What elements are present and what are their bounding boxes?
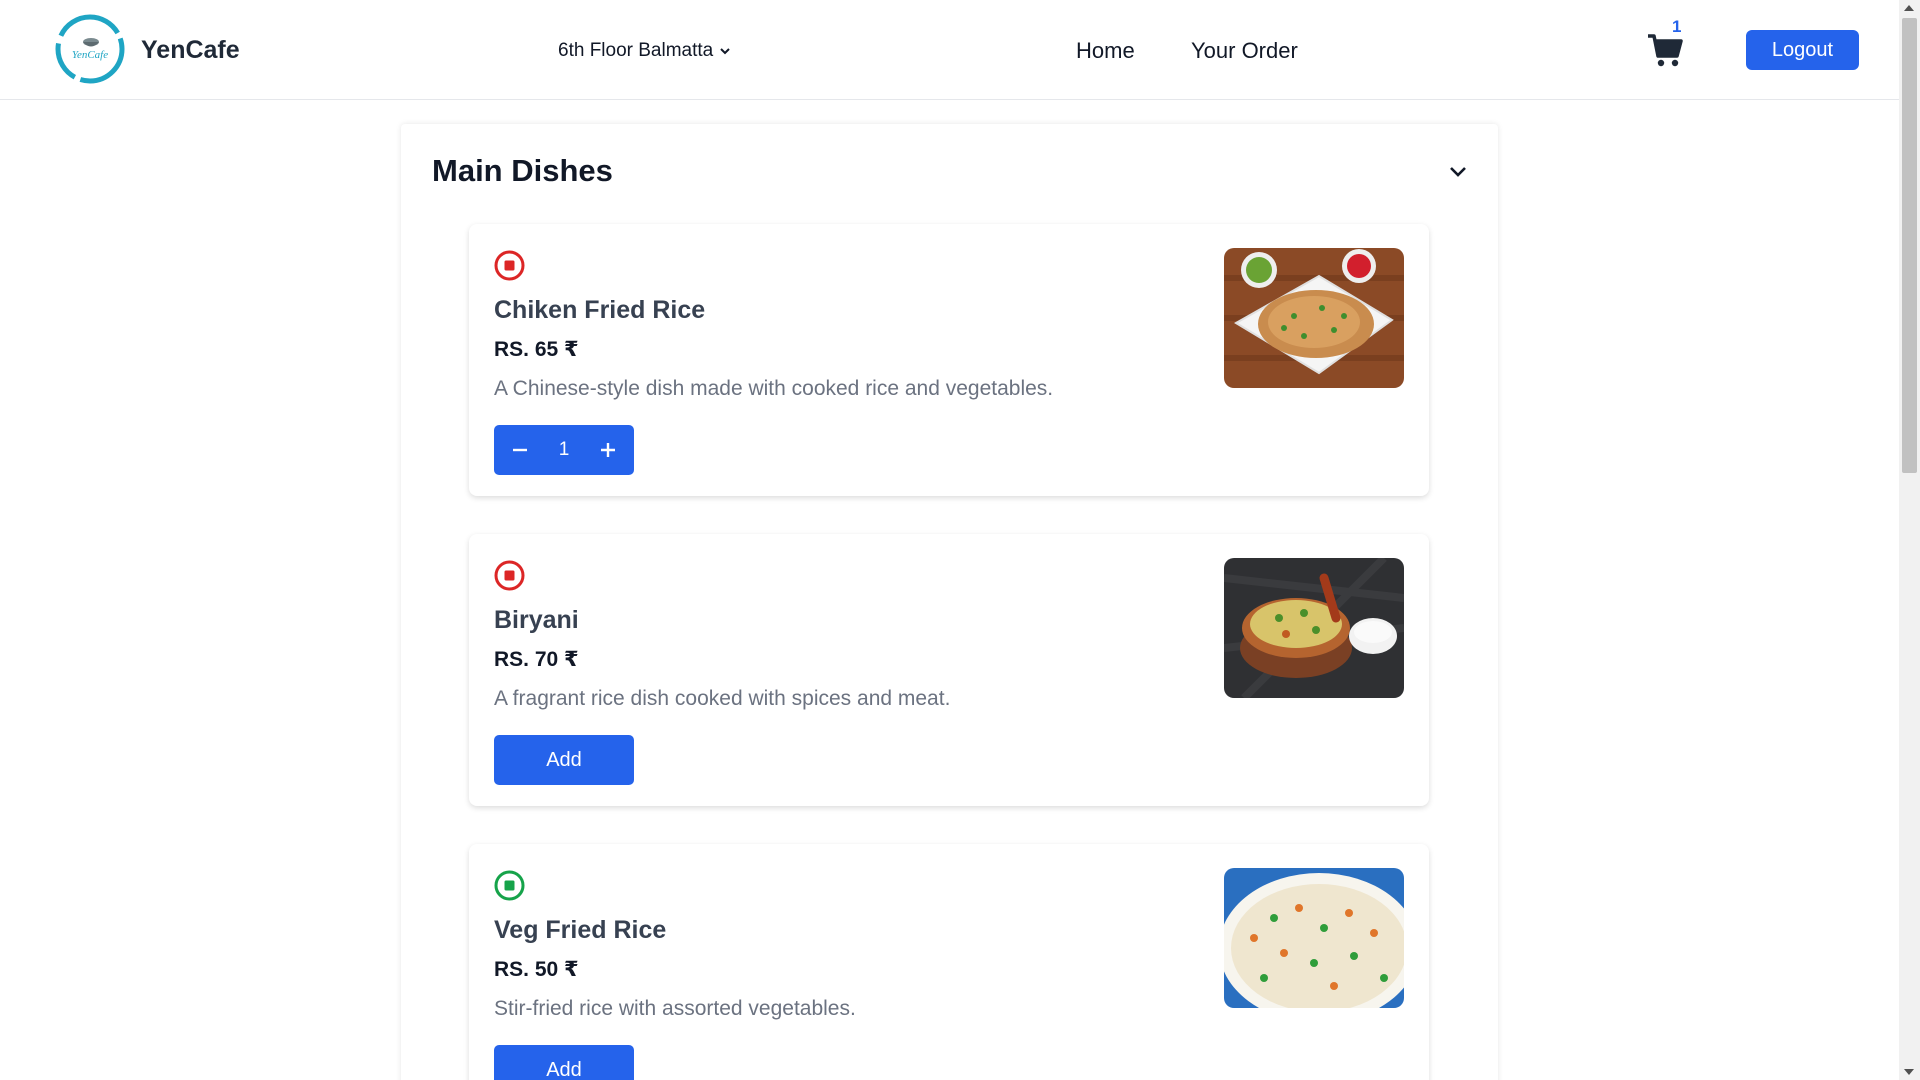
add-to-cart-button[interactable]: Add: [494, 735, 634, 785]
dish-price: RS. 65 ₹: [494, 338, 579, 361]
plus-icon: [600, 443, 615, 457]
non-veg-indicator-icon: [494, 560, 525, 591]
dish-name: Veg Fried Rice: [494, 916, 667, 944]
dish-description: Stir-fried rice with assorted vegetables…: [494, 997, 856, 1020]
dish-name: Biryani: [494, 606, 579, 634]
decrease-quantity-button[interactable]: [508, 438, 532, 462]
minus-icon: [513, 448, 527, 452]
cart-count-badge: 1: [1672, 17, 1682, 36]
dish-price: RS. 70 ₹: [494, 648, 579, 671]
section-title: Main Dishes: [432, 153, 613, 188]
dish-name: Chiken Fried Rice: [494, 296, 706, 324]
location-dropdown[interactable]: 6th Floor Balmatta: [558, 40, 731, 62]
nav-home-link[interactable]: Home: [1076, 38, 1135, 64]
veg-fried-rice-image: [1224, 868, 1404, 1008]
dish-card: Veg Fried Rice RS. 50 ₹ Stir-fried rice …: [469, 844, 1429, 1080]
veg-indicator-icon: [494, 870, 525, 901]
page-scrollbar[interactable]: [1899, 0, 1920, 1080]
scroll-up-arrow[interactable]: [1904, 5, 1914, 11]
chevron-down-icon: [720, 48, 730, 55]
increase-quantity-button[interactable]: [596, 438, 620, 462]
yencafe-logo[interactable]: YenCafe: [54, 13, 126, 85]
location-label: 6th Floor Balmatta: [558, 40, 714, 61]
dish-price: RS. 50 ₹: [494, 958, 579, 981]
scroll-down-arrow[interactable]: [1904, 1069, 1914, 1075]
add-to-cart-button[interactable]: Add: [494, 1045, 634, 1080]
non-veg-indicator-icon: [494, 250, 525, 281]
logout-button[interactable]: Logout: [1746, 30, 1859, 70]
logo-text: YenCafe: [72, 49, 108, 61]
chicken-fried-rice-image: [1224, 248, 1404, 388]
nav-your-order-link[interactable]: Your Order: [1191, 38, 1298, 64]
quantity-stepper: 1: [494, 425, 634, 475]
dish-card: Chiken Fried Rice RS. 65 ₹ A Chinese-sty…: [469, 224, 1429, 496]
collapse-chevron-icon[interactable]: [1447, 160, 1469, 182]
brand-name[interactable]: YenCafe: [141, 36, 240, 65]
dish-description: A Chinese-style dish made with cooked ri…: [494, 377, 1054, 400]
navbar: YenCafe YenCafe 6th Floor Balmatta Home …: [0, 0, 1899, 100]
dish-card: Biryani RS. 70 ₹ A fragrant rice dish co…: [469, 534, 1429, 806]
dish-description: A fragrant rice dish cooked with spices …: [494, 687, 951, 710]
quantity-value: 1: [558, 439, 570, 460]
biryani-image: [1224, 558, 1404, 698]
scroll-thumb[interactable]: [1902, 18, 1917, 473]
